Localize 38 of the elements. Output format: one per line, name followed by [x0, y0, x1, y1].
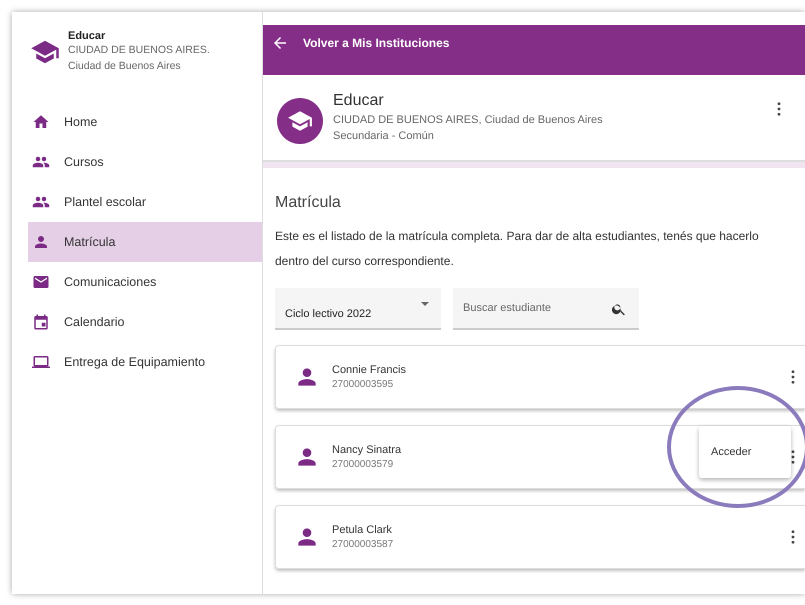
- sidebar-item[interactable]: Entrega de Equipamiento: [28, 342, 262, 382]
- caret-icon: [421, 302, 429, 306]
- laptop-icon: [32, 353, 50, 371]
- menu-item[interactable]: Acceder: [699, 434, 791, 470]
- student-id: 27000003595: [332, 379, 394, 390]
- sidebar-item[interactable]: Cursos: [28, 142, 262, 182]
- student-id: 27000003587: [332, 539, 394, 550]
- institution-city: Ciudad de Buenos Aires: [68, 59, 182, 74]
- section-description: Este es el listado de la matrícula completa. Para dar de alta estudiantes, tenés que hacerlo dentro del curso correspondiente.: [275, 228, 760, 270]
- sidebar-item[interactable]: Calendario: [28, 302, 262, 342]
- sidebar-item[interactable]: Matrícula: [28, 222, 262, 262]
- section-title: Matrícula: [275, 194, 342, 212]
- sidebar-item[interactable]: Home: [28, 102, 262, 142]
- more-icon[interactable]: [777, 102, 781, 116]
- mail-icon: [32, 273, 50, 291]
- institution-location: CIUDAD DE BUENOS AIRES.: [68, 43, 210, 58]
- home-icon: [32, 113, 50, 131]
- back-link[interactable]: Volver a Mis Instituciones: [263, 25, 458, 61]
- cycle-select[interactable]: Ciclo lectivo 2022: [275, 288, 441, 330]
- more-icon[interactable]: [791, 530, 795, 544]
- student-card[interactable]: Petula Clark 27000003587: [275, 505, 805, 569]
- institution-location: CIUDAD DE BUENOS AIRES, Ciudad de Buenos Aires: [333, 114, 604, 126]
- institution-level: Secundaria - Común: [333, 130, 435, 142]
- institution-name: Educar: [68, 30, 106, 42]
- sidebar-item[interactable]: Plantel escolar: [28, 182, 262, 222]
- more-icon[interactable]: [791, 370, 795, 384]
- student-name: Nancy Sinatra: [332, 444, 402, 456]
- student-name: Petula Clark: [332, 524, 392, 536]
- student-name: Connie Francis: [332, 364, 406, 376]
- graduation-cap-avatar-icon: [277, 98, 323, 144]
- calendar-icon: [32, 313, 50, 331]
- student-card[interactable]: Connie Francis 27000003595: [275, 345, 805, 409]
- institution-title: Educar: [333, 92, 385, 110]
- sidebar-item[interactable]: Comunicaciones: [28, 262, 262, 302]
- search-field[interactable]: Buscar estudiante: [453, 288, 639, 330]
- more-icon[interactable]: [791, 450, 795, 464]
- student-id: 27000003579: [332, 459, 394, 470]
- person-icon: [32, 233, 50, 251]
